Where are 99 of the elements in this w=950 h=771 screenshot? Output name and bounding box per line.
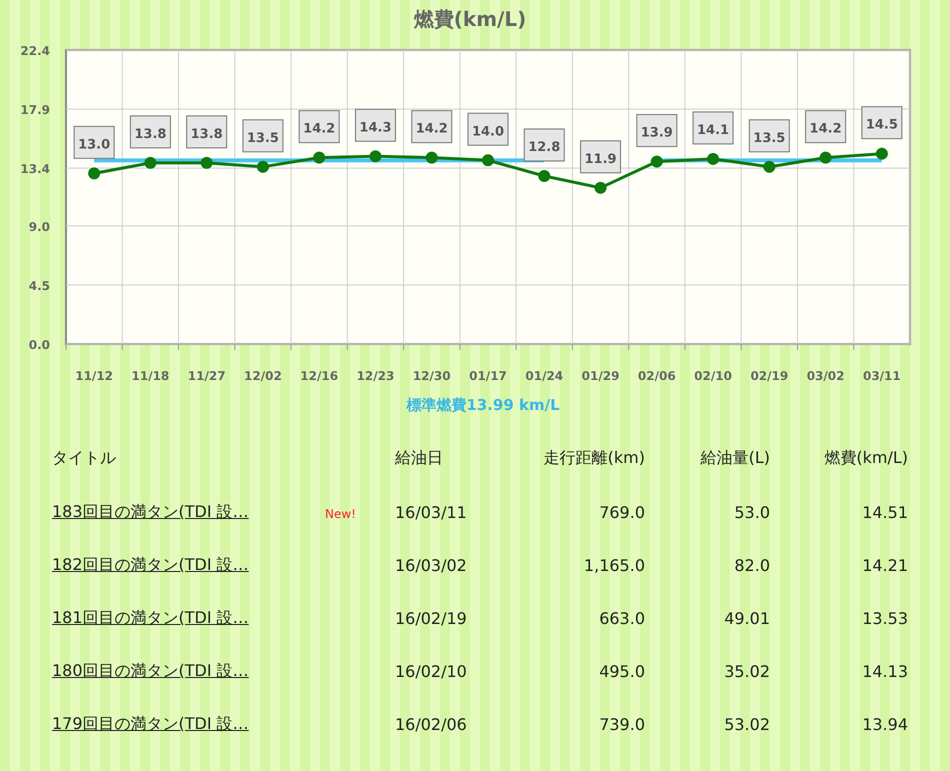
- data-label: 14.3: [359, 120, 392, 136]
- table-cell-text: 53.0: [733, 503, 770, 522]
- data-label: 14.2: [303, 122, 336, 137]
- table-cell-text: 82.0: [733, 556, 770, 575]
- column-header: 燃費(km/L): [823, 448, 908, 469]
- data-label: 13.5: [753, 130, 786, 146]
- data-label: 14.3: [354, 108, 396, 142]
- data-point: [482, 154, 494, 166]
- data-point: [707, 152, 720, 165]
- x-axis-label: 11/27: [188, 369, 226, 383]
- x-axis-label: 02/10: [694, 369, 732, 383]
- data-label: 13.8: [130, 115, 171, 148]
- x-axis-label: 01/24: [525, 369, 564, 383]
- y-axis-label: 22.4: [20, 44, 50, 58]
- data-point: [88, 167, 100, 180]
- data-label: 14.1: [692, 111, 734, 144]
- table-cell-text: 495.0: [598, 662, 645, 681]
- x-axis-label: 03/02: [806, 369, 844, 383]
- data-label: 14.0: [472, 124, 504, 140]
- data-label: 14.2: [416, 122, 448, 137]
- data-label: 13.8: [186, 115, 228, 148]
- table-cell-text: 49.01: [723, 609, 770, 628]
- data-label: 13.8: [190, 126, 223, 142]
- record-link[interactable]: 183回目の満タン(TDI 設…: [52, 502, 249, 521]
- data-label: 14.5: [861, 106, 902, 140]
- new-label: New!: [325, 507, 356, 521]
- column-header: 走行距離(km): [542, 448, 645, 469]
- x-axis-label: 01/17: [469, 369, 507, 383]
- record-link[interactable]: 180回目の満タン(TDI 設…: [52, 661, 249, 680]
- table-cell-text: 35.02: [723, 662, 770, 681]
- x-axis-label: 12/23: [356, 369, 394, 383]
- table-cell-text: 14.13: [861, 662, 908, 681]
- table-cell-text: 14.51: [861, 503, 908, 522]
- table-cell-text: 16/03/02: [395, 556, 468, 575]
- x-axis-label: 02/06: [638, 369, 676, 383]
- data-label: 11.9: [580, 140, 622, 174]
- record-link[interactable]: 182回目の満タン(TDI 設…: [52, 555, 249, 574]
- chart-title: 燃費(km/L): [414, 7, 526, 31]
- table-cell-text: 739.0: [598, 715, 645, 734]
- x-axis-label: 03/11: [862, 369, 901, 383]
- data-label: 13.0: [74, 126, 115, 159]
- data-point: [144, 156, 156, 169]
- table-cell-text: 16/02/06: [395, 715, 468, 734]
- y-axis-label: 0.0: [28, 338, 50, 352]
- x-axis-label: 12/16: [300, 369, 338, 383]
- x-axis-label: 11/18: [132, 369, 170, 383]
- record-link[interactable]: 181回目の満タン(TDI 設…: [52, 608, 249, 627]
- table-cell-text: 13.94: [861, 715, 908, 734]
- data-label: 14.2: [810, 122, 842, 137]
- table-cell-text: 16/02/19: [395, 609, 468, 628]
- x-axis-label: 12/30: [412, 369, 451, 383]
- data-point: [820, 152, 832, 164]
- y-axis-label: 9.0: [28, 220, 50, 234]
- table-cell-text: 14.21: [861, 556, 908, 575]
- x-axis-label: 12/02: [244, 369, 282, 383]
- data-label: 14.1: [697, 122, 730, 138]
- data-point: [200, 156, 213, 169]
- y-axis-label: 4.5: [28, 278, 50, 293]
- data-point: [369, 150, 382, 162]
- data-label: 13.0: [78, 137, 110, 152]
- y-axis-label: 13.4: [20, 162, 50, 176]
- column-header: タイトル: [52, 448, 117, 469]
- x-axis-label: 01/29: [582, 369, 620, 383]
- x-axis-label: 11/12: [75, 369, 114, 383]
- table-cell-text: 16/03/11: [395, 503, 468, 522]
- legend-label: 標準燃費13.99 km/L: [406, 396, 560, 414]
- record-link[interactable]: 179回目の満タン(TDI 設…: [52, 714, 249, 733]
- data-label: 14.5: [866, 118, 898, 133]
- data-point: [538, 170, 550, 182]
- column-header: 給油日: [395, 448, 444, 469]
- table-cell-text: 16/02/10: [395, 662, 468, 681]
- data-label: 11.9: [584, 152, 617, 167]
- data-label: 13.9: [640, 126, 673, 141]
- data-label: 13.8: [134, 126, 166, 142]
- data-label: 14.2: [298, 110, 340, 144]
- data-point: [256, 160, 269, 173]
- data-point: [876, 148, 888, 160]
- data-label: 13.5: [748, 119, 790, 152]
- data-point: [313, 152, 326, 164]
- data-point: [426, 152, 438, 164]
- data-label: 13.5: [246, 130, 279, 146]
- y-axis-label: 17.9: [20, 103, 50, 118]
- data-label: 14.2: [805, 110, 846, 144]
- data-point: [594, 182, 607, 194]
- data-label: 12.8: [524, 128, 565, 162]
- data-label: 14.2: [411, 110, 452, 144]
- table-cell-text: 1,165.0: [582, 556, 645, 575]
- table-cell-text: 53.02: [723, 715, 770, 734]
- data-label: 12.8: [528, 140, 560, 155]
- data-point: [650, 156, 663, 168]
- data-label: 14.0: [468, 112, 508, 146]
- table-cell-text: 13.53: [861, 609, 908, 628]
- table-cell-text: 769.0: [598, 503, 645, 522]
- data-point: [763, 160, 776, 173]
- table-cell-text: 663.0: [598, 609, 645, 628]
- x-axis-label: 02/19: [750, 369, 788, 383]
- column-header: 給油量(L): [700, 448, 770, 469]
- data-label: 13.5: [242, 119, 284, 152]
- data-label: 13.9: [636, 114, 678, 148]
